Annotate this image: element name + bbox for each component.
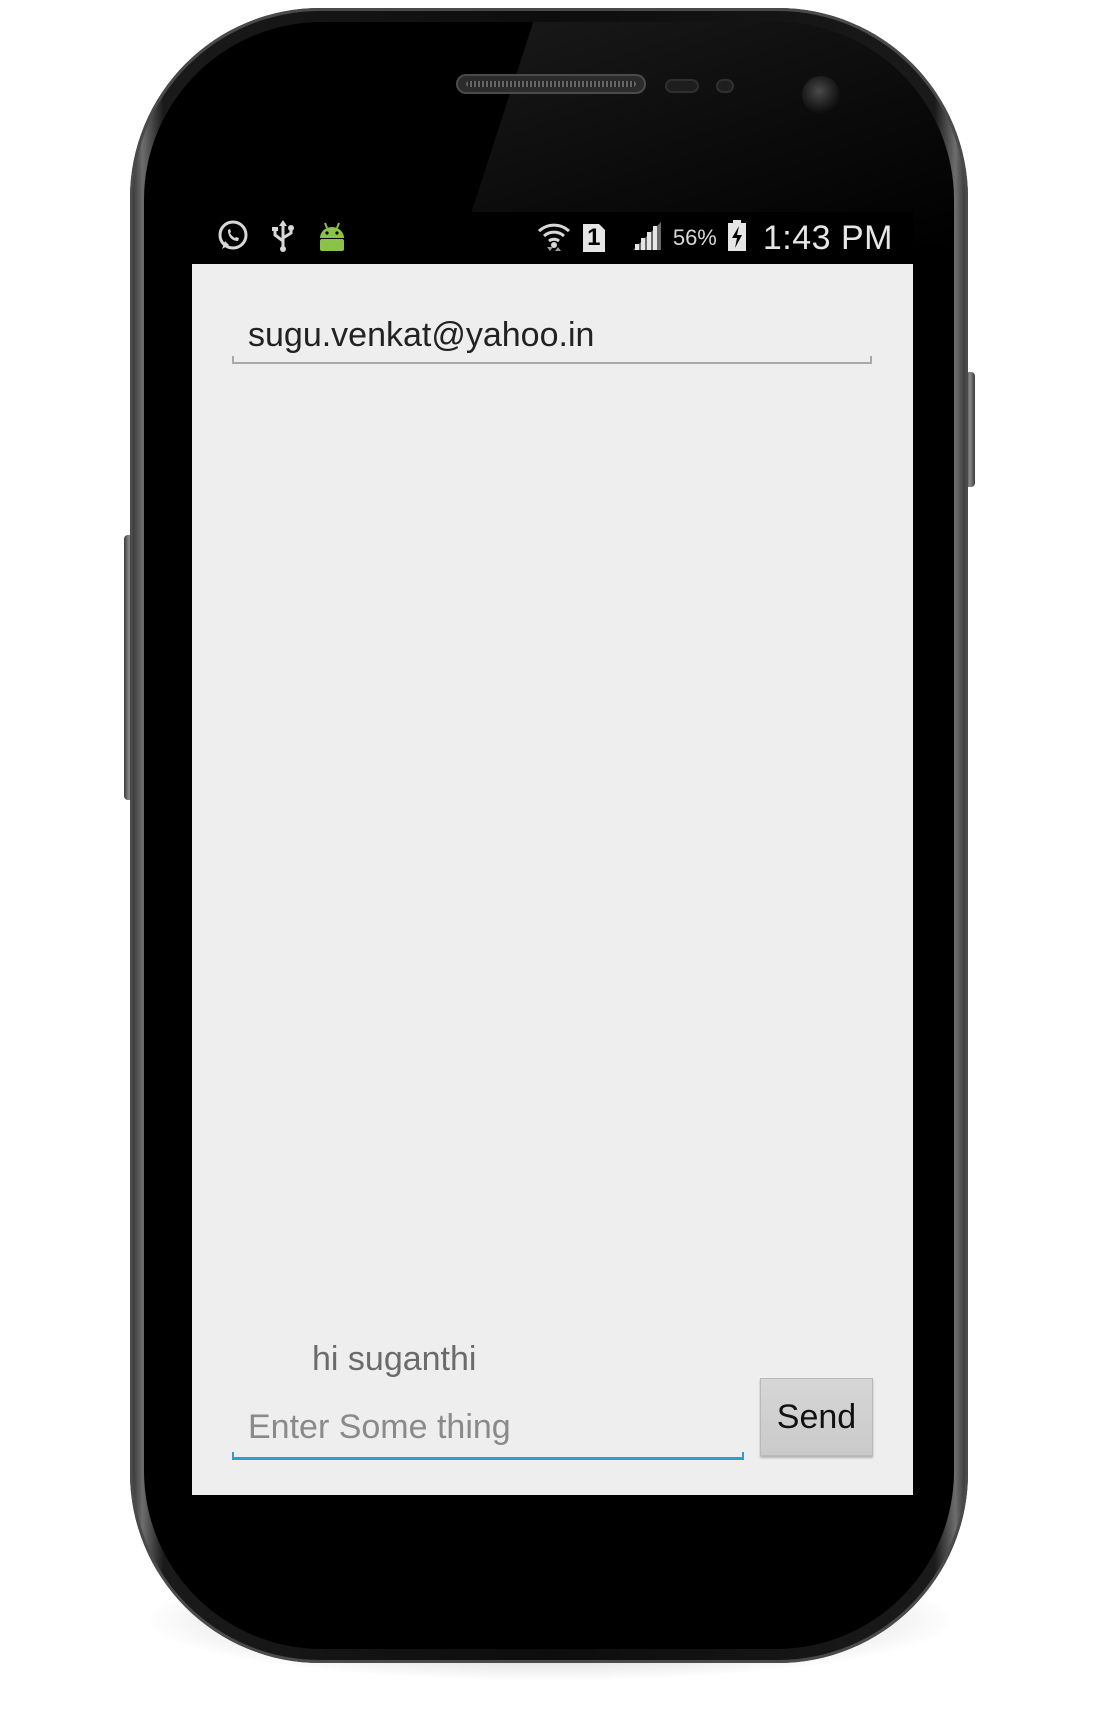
sim-slot-number: 1 [587,224,601,251]
sent-message-text: hi suganthi [312,1340,477,1378]
message-input[interactable] [232,1400,744,1454]
earpiece-speaker [456,74,646,94]
stage: 1 56% 1:43 PM sugu.venkat@yahoo.in hi su… [0,0,1101,1709]
battery-icon [727,219,747,257]
status-bar-system: 1 56% 1:43 PM [537,218,893,258]
light-sensor [716,79,734,93]
message-input-underline [232,1452,744,1460]
front-camera [802,76,840,114]
sim-icon: 1 [581,222,607,254]
battery-percent: 56% [672,225,717,250]
recipient-field-underline [232,356,872,364]
android-icon [316,220,348,257]
app-screen: 1 56% 1:43 PM sugu.venkat@yahoo.in hi su… [192,212,913,1495]
status-bar-notifications [216,219,348,258]
recipient-email-field[interactable] [232,310,872,360]
status-bar: 1 56% 1:43 PM [192,212,913,264]
status-clock: 1:43 PM [762,218,893,257]
bezel-reflection [461,22,954,242]
usb-icon [270,219,296,258]
whatsapp-icon [216,219,250,258]
wifi-icon [537,219,571,258]
signal-icon [631,220,663,257]
send-button[interactable]: Send [760,1378,873,1456]
proximity-sensor [665,79,699,93]
